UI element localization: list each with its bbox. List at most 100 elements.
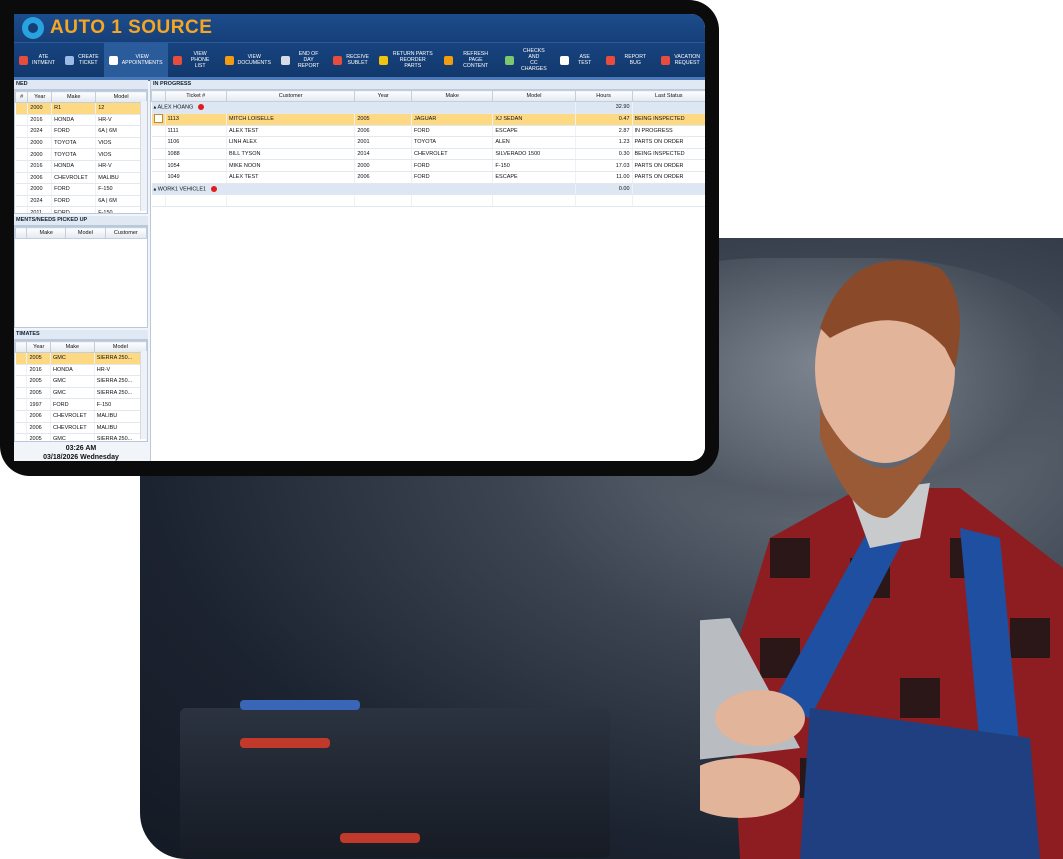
table-row[interactable]: 2005 GMC SIERRA 250... (15, 387, 147, 400)
table-row[interactable]: 2000 FORD F-150 (15, 183, 147, 196)
table-row[interactable]: 2024 FORD 6A | 6M (15, 195, 147, 208)
table-row[interactable]: 2006 CHEVROLET MALIBU (15, 410, 147, 423)
column-header-col[interactable] (151, 90, 166, 102)
table-row[interactable]: 2011 FORD F-150 (15, 206, 147, 213)
row-checkbox[interactable] (151, 113, 166, 126)
group-row[interactable]: ▴ WORK1 VEHICLE1 0.00 (151, 183, 705, 196)
toolbar-button-view-appointments[interactable]: VIEW APPOINTMENTS (103, 43, 168, 77)
table-row[interactable]: 2016 HONDA HR-V (15, 364, 147, 377)
clock: 03:26 AM 03/18/2026 Wednesday (14, 444, 148, 461)
ticket-cell: 1.23 (575, 136, 633, 149)
toolbar-button-label: CREATE TICKET (78, 54, 99, 66)
row-checkbox[interactable] (151, 136, 166, 149)
column-header-make[interactable]: Make (49, 341, 95, 353)
ticket-row[interactable]: 1113 MITCH LOISELLE 2005 JAGUAR XJ SEDAN 0.47… (151, 113, 705, 126)
ticket-cell: 1111 (165, 125, 227, 138)
ticket-cell: 1088 (165, 148, 227, 161)
toolbar-button-ase-test[interactable]: ASE TEST (555, 43, 601, 77)
column-header-model[interactable]: Model (95, 91, 147, 103)
toolbar-button-label: VACATION REQUEST (674, 54, 700, 66)
table-row[interactable]: 2006 CHEVROLET MALIBU (15, 422, 147, 435)
column-header-col[interactable]: # (15, 91, 29, 103)
toolbar-button-vacation-request[interactable]: VACATION REQUEST (656, 43, 705, 77)
table-row[interactable]: 2005 GMC SIERRA 250... (15, 375, 147, 388)
toolbar-button-view-documents[interactable]: VIEW DOCUMENTS (220, 43, 276, 77)
toolbar-button-receive-sublet[interactable]: RECEIVE SUBLET (328, 43, 374, 77)
tool-red-2 (340, 833, 420, 843)
left-column: NED # Year Make Model 2000 R1 12 2016 HONDA HR-V 2… (14, 80, 148, 461)
table-row[interactable]: 2024 FORD 6A | 6M (15, 125, 147, 138)
ticket-cell: 0.30 (575, 148, 633, 161)
ticket-row[interactable]: 1111 ALEX TEST 2006 FORD ESCAPE 2.87 IN PROGRE… (151, 125, 705, 138)
column-header-year[interactable]: Year (26, 341, 51, 353)
table-cell: HONDA (50, 364, 95, 377)
table-row[interactable]: 2005 GMC SIERRA 250... (15, 433, 147, 441)
table-row[interactable]: 2005 GMC SIERRA 250... (15, 352, 147, 365)
column-header-ticket[interactable]: Ticket # (164, 90, 227, 102)
ticket-row[interactable]: 1049 ALEX TEST 2006 FORD ESCAPE 11.00 PARTS ON… (151, 171, 705, 184)
ticket-cell: F-150 (492, 159, 576, 172)
assigned-scrollbar[interactable] (140, 101, 147, 211)
toolbar-button-report-bug[interactable]: REPORT BUG (601, 43, 656, 77)
ticket-row[interactable]: 1054 MIKE NOON 2000 FORD F-150 17.03 PARTS ON … (151, 159, 705, 172)
toolbar-button-label: VIEW DOCUMENTS (237, 54, 271, 66)
table-cell (15, 410, 28, 423)
table-cell: MALIBU (94, 422, 147, 435)
group-row[interactable]: ▴ ALEX HOANG 32.90 (151, 101, 705, 114)
ticket-cell: 2006 (354, 171, 412, 184)
documents-icon (224, 55, 234, 65)
toolbar-button-refresh-page-content[interactable]: REFRESH PAGE CONTENT (439, 43, 500, 77)
row-checkbox[interactable] (151, 148, 166, 161)
toolbar-button-ate-intment[interactable]: ATE INTMENT (14, 43, 60, 77)
table-row[interactable]: 2000 R1 12 (15, 102, 147, 115)
calendar-icon (19, 55, 28, 65)
refresh-icon (443, 55, 453, 65)
column-header-year[interactable]: Year (27, 91, 53, 103)
ticket-cell: ALEN (492, 136, 576, 149)
row-checkbox[interactable] (151, 159, 166, 172)
red-status-dot-icon (211, 185, 218, 192)
row-checkbox[interactable] (151, 125, 166, 138)
ticket-row[interactable]: 1088 BILL TYSON 2014 CHEVROLET SILVERADO 150… (151, 148, 705, 161)
column-header-col[interactable] (15, 227, 28, 239)
table-cell (15, 183, 29, 196)
column-header-hours[interactable]: Hours (574, 90, 633, 102)
toolbar-button-label: END OF DAY REPORT (297, 51, 320, 69)
table-row[interactable]: 2016 HONDA HR-V (15, 114, 147, 127)
ticket-row[interactable]: 1106 LINH ALEX 2001 TOYOTA ALEN 1.23 PARTS ON … (151, 136, 705, 149)
column-header-make[interactable]: Make (51, 91, 97, 103)
needs-picked-up-table: Make Model Customer (15, 227, 147, 239)
table-cell: 2006 (26, 422, 51, 435)
toolbar-button-return-parts-reorder-parts[interactable]: RETURN PARTS REORDER PARTS (374, 43, 439, 77)
toolbar-button-checks-and-cc-charges[interactable]: CHECKS AND CC CHARGES (500, 43, 555, 77)
in-progress-panel: IN PROGRESS Ticket # Customer Year Make Mode… (150, 80, 705, 461)
column-header-make[interactable]: Make (410, 90, 494, 102)
table-cell (15, 137, 29, 150)
row-checkbox[interactable] (151, 171, 166, 184)
column-header-year[interactable]: Year (354, 90, 412, 102)
toolbar-button-view-phone-list[interactable]: VIEW PHONE LIST (168, 43, 220, 77)
table-row[interactable]: 2000 TOYOTA VIOS (15, 137, 147, 150)
table-row[interactable]: 2000 TOYOTA VIOS (15, 148, 147, 161)
empty-row[interactable] (151, 194, 705, 207)
column-header-customer[interactable]: Customer (104, 227, 147, 239)
table-row[interactable]: 2016 HONDA HR-V (15, 160, 147, 173)
estimates-scrollbar[interactable] (140, 351, 147, 439)
table-cell: VIOS (95, 137, 147, 150)
column-header-customer[interactable]: Customer (225, 90, 356, 102)
column-header-last-status[interactable]: Last Status (631, 90, 705, 102)
table-cell (15, 433, 28, 441)
toolbar-button-create-ticket[interactable]: CREATE TICKET (60, 43, 104, 77)
table-row[interactable]: 1997 FORD F-150 (15, 398, 147, 411)
toolbar-button-end-of-day-report[interactable]: END OF DAY REPORT (276, 43, 328, 77)
column-header-model[interactable]: Model (492, 90, 576, 102)
group-name: WORK1 VEHICLE1 (157, 186, 207, 193)
column-header-make[interactable]: Make (26, 227, 67, 239)
ticket-cell: 11.00 (575, 171, 633, 184)
ticket-cell: LINH ALEX (226, 136, 356, 149)
table-cell: F-150 (94, 398, 147, 411)
table-row[interactable]: 2006 CHEVROLET MALIBU (15, 172, 147, 185)
column-header-col[interactable] (15, 341, 28, 353)
column-header-model[interactable]: Model (65, 227, 106, 239)
column-header-model[interactable]: Model (93, 341, 147, 353)
